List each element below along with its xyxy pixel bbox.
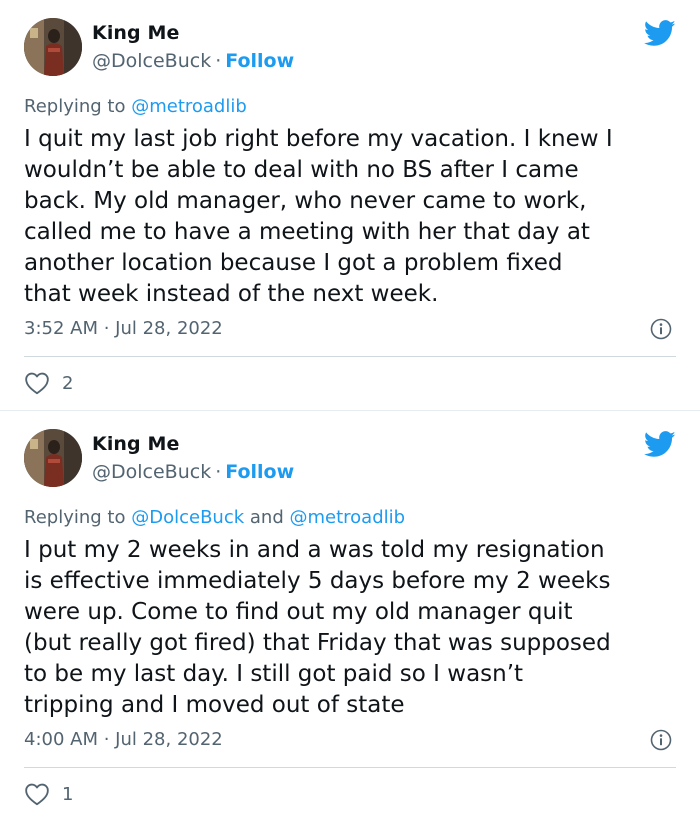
tweet-timestamp[interactable]: 4:00 AM · Jul 28, 2022 (24, 729, 223, 750)
tweet-text: I put my 2 weeks in and a was told my re… (24, 535, 676, 721)
replying-to-line: Replying to @DolceBuck and @metroadlib (24, 507, 405, 528)
tweet-card: King Me @DolceBuck · Follow Replying to @D… (0, 410, 700, 820)
tweet-text-line: to be my last day. I still got paid so I… (24, 661, 524, 687)
author-handle[interactable]: @DolceBuck (92, 461, 211, 483)
heart-icon (25, 783, 49, 806)
separator-dot: · (215, 461, 222, 483)
tweet-card: King Me @DolceBuck · Follow Replying to @m… (0, 0, 700, 410)
mention-link[interactable]: @metroadlib (131, 96, 247, 117)
divider (24, 767, 676, 768)
author-name[interactable]: King Me (92, 433, 179, 455)
twitter-bird-icon[interactable] (644, 20, 676, 47)
tweet-text-line: wouldn’t be able to deal with no BS afte… (24, 157, 579, 183)
divider (24, 356, 676, 357)
tweet-text-line: called me to have a meeting with her tha… (24, 219, 590, 245)
tweet-timestamp[interactable]: 3:52 AM · Jul 28, 2022 (24, 318, 223, 339)
tweet-text-line: (but really got fired) that Friday that … (24, 630, 611, 656)
author-handle[interactable]: @DolceBuck (92, 50, 211, 72)
tweet-text-line: another location because I got a problem… (24, 250, 563, 276)
author-name[interactable]: King Me (92, 22, 179, 44)
tweet-text-line: is effective immediately 5 days before m… (24, 568, 611, 594)
replying-prefix: Replying to (24, 96, 126, 117)
info-icon[interactable] (650, 318, 672, 340)
tweet-text: I quit my last job right before my vacat… (24, 124, 676, 310)
follow-button[interactable]: Follow (225, 50, 294, 72)
like-count: 2 (62, 372, 74, 394)
twitter-bird-icon[interactable] (644, 431, 676, 458)
tweet-text-line: that week instead of the next week. (24, 281, 439, 307)
author-handle-line: @DolceBuck · Follow (92, 461, 294, 483)
heart-icon (25, 372, 49, 395)
mention-link[interactable]: @DolceBuck (131, 507, 244, 528)
tweet-text-line: back. My old manager, who never came to … (24, 188, 587, 214)
follow-button[interactable]: Follow (225, 461, 294, 483)
avatar[interactable] (24, 18, 82, 76)
like-count: 1 (62, 783, 74, 805)
avatar[interactable] (24, 429, 82, 487)
avatar-photo-icon (24, 18, 82, 76)
tweet-text-line: I put my 2 weeks in and a was told my re… (24, 537, 605, 563)
tweet-text-line: tripping and I moved out of state (24, 692, 405, 718)
tweet-text-line: were up. Come to find out my old manager… (24, 599, 573, 625)
tweet-text-line: I quit my last job right before my vacat… (24, 126, 613, 152)
like-button[interactable]: 1 (24, 781, 73, 807)
replying-joiner: and (249, 507, 284, 528)
like-button[interactable]: 2 (24, 370, 73, 396)
avatar-photo-icon (24, 429, 82, 487)
author-handle-line: @DolceBuck · Follow (92, 50, 294, 72)
info-icon[interactable] (650, 729, 672, 751)
replying-to-line: Replying to @metroadlib (24, 96, 247, 117)
replying-prefix: Replying to (24, 507, 126, 528)
separator-dot: · (215, 50, 222, 72)
mention-link[interactable]: @metroadlib (289, 507, 405, 528)
